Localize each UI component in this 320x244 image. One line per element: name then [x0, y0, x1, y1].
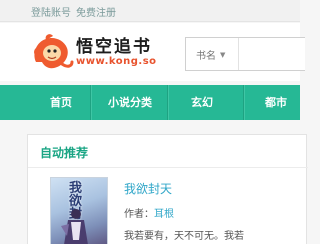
book-cover[interactable]: 我欲封天 — [50, 177, 108, 244]
author-label: 作者： — [124, 209, 154, 220]
register-link[interactable]: 免费注册 — [76, 4, 116, 19]
search-divider — [238, 38, 239, 70]
search-input[interactable] — [240, 38, 306, 70]
nav-item-fantasy[interactable]: 玄幻 — [176, 85, 228, 120]
book-title-link[interactable]: 我欲封天 — [124, 180, 172, 197]
nav-separator — [167, 85, 169, 120]
cover-figure-illustration — [61, 209, 88, 244]
nav-item-categories[interactable]: 小说分类 — [100, 85, 160, 120]
book-description: 我若要有，天不可无。我若 — [124, 231, 244, 242]
search-category-label: 书名 — [196, 51, 216, 62]
caret-down-icon: ▼ — [220, 50, 226, 59]
logo-url: www.kong.so — [76, 56, 157, 67]
search-category-select[interactable]: 书名 ▼ — [196, 47, 226, 63]
nav-separator — [90, 85, 92, 120]
site-logo[interactable]: 悟空追书 www.kong.so — [30, 32, 170, 74]
top-bar: 登陆账号 免费注册 — [0, 0, 300, 22]
search-box: 书名 ▼ — [185, 37, 306, 71]
nav-item-home[interactable]: 首页 — [39, 85, 83, 120]
section-divider — [28, 167, 308, 168]
recommend-panel: 自动推荐 我欲封天 我欲封天 作者：耳根 我若要有，天不可无。我若 — [27, 134, 308, 244]
main-nav: 首页 小说分类 玄幻 都市 — [0, 85, 300, 120]
nav-separator — [243, 85, 245, 120]
nav-item-urban[interactable]: 都市 — [252, 85, 300, 120]
author-row: 作者：耳根 — [124, 205, 174, 220]
logo-title: 悟空追书 — [76, 37, 152, 57]
login-link[interactable]: 登陆账号 — [31, 4, 71, 19]
section-title: 自动推荐 — [40, 146, 89, 160]
site-header: 悟空追书 www.kong.so 书名 ▼ — [0, 23, 306, 81]
monkey-mascot-icon — [34, 34, 74, 69]
author-link[interactable]: 耳根 — [154, 209, 174, 220]
